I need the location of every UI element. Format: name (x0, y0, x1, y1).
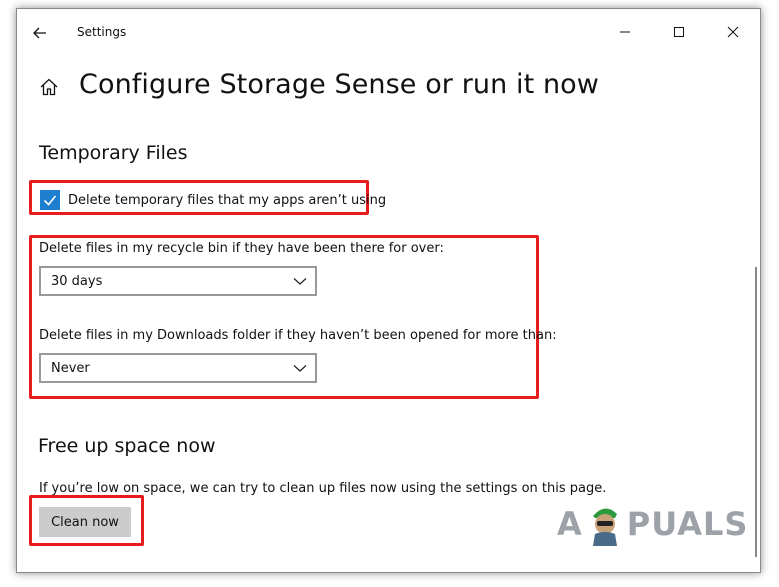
free-up-description: If you’re low on space, we can try to cl… (39, 481, 607, 496)
back-arrow-icon (33, 27, 46, 39)
free-up-space-heading: Free up space now (38, 435, 216, 457)
maximize-icon (674, 27, 684, 37)
clean-now-button[interactable]: Clean now (39, 507, 131, 537)
delete-temp-files-label: Delete temporary files that my apps aren… (68, 192, 387, 208)
back-button[interactable] (27, 21, 53, 45)
chevron-down-icon (293, 278, 307, 285)
mascot-icon (592, 508, 617, 546)
close-icon (727, 26, 739, 38)
downloads-label: Delete files in my Downloads folder if t… (39, 328, 557, 343)
title-bar: Settings (17, 9, 760, 57)
home-icon[interactable] (37, 75, 61, 99)
checkmark-icon (43, 195, 57, 206)
recycle-bin-label: Delete files in my recycle bin if they h… (39, 241, 444, 256)
temporary-files-heading: Temporary Files (39, 142, 188, 164)
downloads-selected: Never (51, 360, 90, 376)
watermark-text-right: PUALS (626, 505, 749, 543)
page-header: Configure Storage Sense or run it now (37, 69, 599, 100)
settings-window: Settings Configure Storage Sense or run … (16, 8, 761, 573)
page-title: Configure Storage Sense or run it now (79, 69, 599, 100)
delete-temp-files-checkbox-row[interactable]: Delete temporary files that my apps aren… (40, 190, 386, 210)
delete-temp-files-checkbox[interactable] (40, 190, 60, 210)
minimize-button[interactable] (598, 9, 652, 55)
close-button[interactable] (706, 9, 760, 55)
window-controls (598, 9, 760, 55)
scrollbar[interactable] (755, 267, 757, 557)
recycle-bin-selected: 30 days (51, 273, 103, 289)
downloads-dropdown[interactable]: Never (39, 353, 317, 383)
appuals-watermark: A PUALS (557, 502, 748, 546)
recycle-bin-dropdown[interactable]: 30 days (39, 266, 317, 296)
app-title: Settings (77, 25, 127, 39)
chevron-down-icon (293, 365, 307, 372)
maximize-button[interactable] (652, 9, 706, 55)
watermark-text-left: A (557, 505, 583, 543)
minimize-icon (620, 31, 630, 33)
